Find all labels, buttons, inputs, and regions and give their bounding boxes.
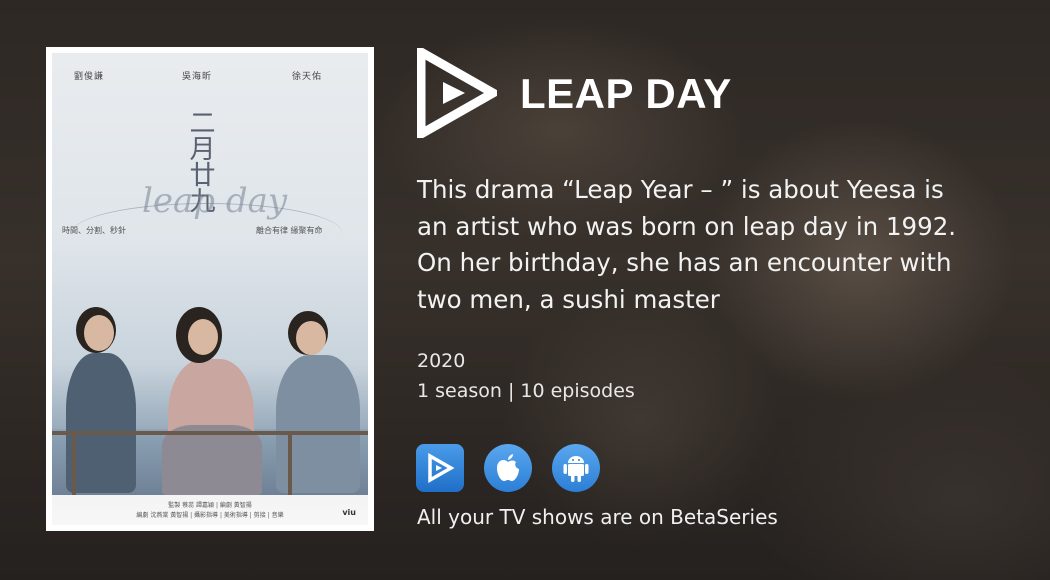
poster-tagline-right: 離合有律 緣聚有命	[256, 226, 323, 235]
betaseries-logo-icon	[417, 48, 497, 138]
show-seasons-episodes: 1 season | 10 episodes	[417, 380, 635, 402]
show-title: LEAP DAY	[520, 70, 732, 117]
poster-cast-name: 吳海昕	[182, 72, 213, 82]
store-links	[416, 444, 600, 492]
android-icon	[563, 456, 589, 482]
poster-figure-left	[66, 353, 136, 493]
poster-credits-line: 編劇 沈燕棠 黃智揚 | 攝影指導 | 美術指導 | 剪接 | 音樂	[136, 512, 284, 519]
show-year: 2020	[417, 350, 466, 372]
poster-figure-face	[188, 319, 218, 355]
poster-credits: 監製 蔡蕊 譚嘉穎 | 編劇 黃智揚 編劇 沈燕棠 黃智揚 | 攝影指導 | 美…	[52, 501, 368, 521]
poster-cast-name: 劉俊謙	[74, 72, 105, 82]
poster-tagline-left: 時間、分割、秒針	[62, 226, 126, 235]
poster-figure-face	[296, 321, 326, 355]
poster-credits-line: 監製 蔡蕊 譚嘉穎 | 編劇 黃智揚	[168, 502, 252, 509]
apple-icon	[497, 454, 519, 481]
app-store-button[interactable]	[484, 444, 532, 492]
poster-railing-post	[288, 431, 292, 495]
poster-railing-post	[72, 431, 76, 495]
poster-railing	[52, 431, 368, 435]
show-meta: 2020 1 season | 10 episodes	[417, 346, 635, 406]
poster-cast-name: 徐天佑	[292, 72, 323, 82]
show-description: This drama “Leap Year – ” is about Yeesa…	[417, 175, 957, 314]
poster-artwork: 劉俊謙 吳海昕 徐天佑 二月廿九 leap day 時間、分割、秒針 離合有律 …	[52, 53, 368, 525]
betaseries-play-icon	[428, 453, 455, 483]
show-poster[interactable]: 劉俊謙 吳海昕 徐天佑 二月廿九 leap day 時間、分割、秒針 離合有律 …	[46, 47, 374, 531]
google-play-button[interactable]	[552, 444, 600, 492]
viu-logo: viu	[342, 508, 356, 517]
poster-figure-face	[84, 315, 114, 351]
betaseries-tagline: All your TV shows are on BetaSeries	[417, 505, 778, 529]
betaseries-app-button[interactable]	[416, 444, 464, 492]
poster-figure-skirt	[162, 425, 262, 495]
poster-script-title: leap day	[142, 181, 288, 221]
